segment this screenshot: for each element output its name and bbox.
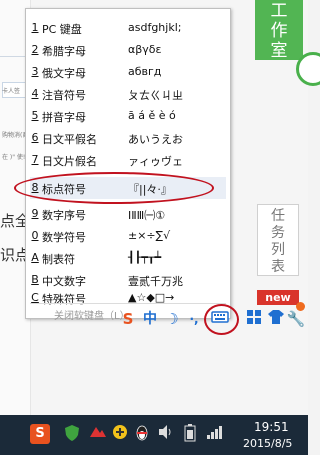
menu-item-hotkey: 9 xyxy=(31,207,39,220)
menu-item-hotkey: 5 xyxy=(31,109,39,122)
battery-icon[interactable] xyxy=(180,424,200,444)
taskbar: S 19:51 2015/8/5 xyxy=(0,415,308,455)
menu-item-hotkey: 1 xyxy=(31,21,39,34)
menu-item-hotkey: 4 xyxy=(31,87,39,100)
menu-item-special-symbols[interactable]: C 特殊符号 ▲☆◆□→ xyxy=(30,287,226,309)
plus-icon[interactable] xyxy=(110,424,130,444)
soft-keyboard-menu: 1 PC 键盘 asdfghjkl; 2 希腊字母 αβγδε 3 俄文字母 а… xyxy=(25,8,231,322)
menu-item-box-drawing[interactable]: A 制表符 ┨┠┯┰┷ xyxy=(30,247,226,269)
menu-item-russian[interactable]: 3 俄文字母 абвгд xyxy=(30,61,226,83)
menu-item-zhuyin[interactable]: 4 注音符号 ㄆㄊㄍㄐㄓ xyxy=(30,83,226,105)
floating-circle-button[interactable] xyxy=(296,52,320,86)
new-badge: new xyxy=(257,290,299,305)
menu-item-label: 标点符号 xyxy=(42,183,86,196)
mountain-icon[interactable] xyxy=(88,424,108,444)
sogou-tray-icon[interactable]: S xyxy=(30,424,50,444)
menu-item-label: 数学符号 xyxy=(42,231,86,244)
menu-item-hotkey: A xyxy=(31,251,39,264)
menu-item-hotkey: 8 xyxy=(31,181,39,194)
menu-item-katakana[interactable]: 7 日文片假名 ァィゥヴェ xyxy=(30,149,226,171)
notification-dot xyxy=(296,302,305,311)
menu-item-math[interactable]: 0 数学符号 ±×÷∑√ xyxy=(30,225,226,247)
menu-item-pinyin[interactable]: 5 拼音字母 ā á ě è ó xyxy=(30,105,226,127)
wrench-icon[interactable]: 🔧 xyxy=(286,309,306,329)
menu-item-sample: абвгд xyxy=(128,65,162,78)
menu-item-numbering[interactable]: 9 数字序号 ⅠⅡⅢ㈠① xyxy=(30,203,226,225)
menu-item-label: PC 键盘 xyxy=(42,23,82,36)
menu-item-greek[interactable]: 2 希腊字母 αβγδε xyxy=(30,39,226,61)
menu-item-label: 注音符号 xyxy=(42,89,86,102)
menu-item-sample: ㄆㄊㄍㄐㄓ xyxy=(128,89,183,102)
menu-item-pc-keyboard[interactable]: 1 PC 键盘 asdfghjkl; xyxy=(30,17,226,39)
menu-item-sample: ā á ě è ó xyxy=(128,109,176,122)
menu-item-label: 数字序号 xyxy=(42,209,86,222)
menu-item-label: 日文平假名 xyxy=(42,133,97,146)
shirt-icon[interactable] xyxy=(266,309,286,329)
workspace-tab-label: 工 作 室 xyxy=(270,1,288,61)
menu-item-label: 日文片假名 xyxy=(42,155,97,168)
grid-icon[interactable] xyxy=(244,309,264,329)
workspace-tab[interactable]: 工 作 室 xyxy=(255,0,303,61)
menu-item-label: 制表符 xyxy=(42,253,75,266)
menu-divider xyxy=(30,303,226,304)
menu-item-sample: あいうえお xyxy=(128,133,183,146)
menu-item-sample: 『||々·』 xyxy=(128,183,172,196)
qq-penguin-icon[interactable] xyxy=(132,424,152,444)
clock-date[interactable]: 2015/8/5 xyxy=(243,437,292,450)
punctuation-icon[interactable]: ·, xyxy=(184,309,204,329)
menu-item-hiragana[interactable]: 6 日文平假名 あいうえお xyxy=(30,127,226,149)
menu-item-label: 希腊字母 xyxy=(42,45,86,58)
speaker-icon[interactable] xyxy=(156,424,176,444)
menu-item-hotkey: 7 xyxy=(31,153,39,166)
menu-item-label: 俄文字母 xyxy=(42,67,86,80)
menu-item-sample: ±×÷∑√ xyxy=(128,229,171,242)
menu-item-label: 拼音字母 xyxy=(42,111,86,124)
menu-item-sample: αβγδε xyxy=(128,43,162,56)
menu-item-hotkey: 0 xyxy=(31,229,39,242)
shield-icon[interactable] xyxy=(62,424,82,444)
task-list-label: 任 务 列 表 xyxy=(271,208,285,275)
menu-item-sample: ⅠⅡⅢ㈠① xyxy=(128,209,166,222)
menu-item-hotkey: 3 xyxy=(31,65,39,78)
clock-time[interactable]: 19:51 xyxy=(254,420,289,434)
menu-item-label: 特殊符号 xyxy=(42,293,86,306)
menu-item-hotkey: 6 xyxy=(31,131,39,144)
menu-item-hotkey: 2 xyxy=(31,43,39,56)
sogou-s-icon[interactable]: S xyxy=(118,309,138,329)
chinese-mode-icon[interactable]: 中 xyxy=(140,309,160,329)
menu-item-hotkey: B xyxy=(31,273,39,286)
highlight-circle xyxy=(204,304,239,335)
network-signal-icon[interactable] xyxy=(205,424,225,444)
menu-item-sample: ァィゥヴェ xyxy=(128,155,183,168)
menu-item-sample: asdfghjkl; xyxy=(128,21,182,34)
menu-item-sample: ┨┠┯┰┷ xyxy=(128,251,162,264)
task-list-tab[interactable]: 任 务 列 表 xyxy=(257,204,299,276)
menu-item-punctuation[interactable]: 8 标点符号 『||々·』 xyxy=(30,177,226,199)
moon-icon[interactable]: ☽ xyxy=(162,309,182,329)
